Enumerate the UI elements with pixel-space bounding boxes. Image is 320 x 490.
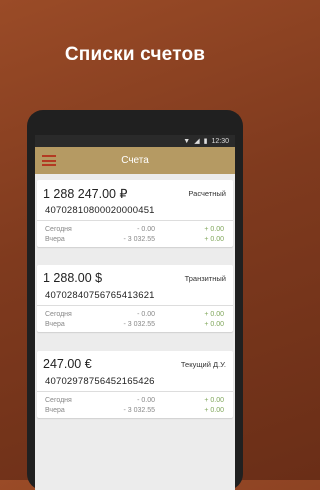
yesterday-outflow: - 3 032.55 [123,321,155,328]
phone-screen: ▼ ◢ ▮ 12:30 Счета 1 288 247.00 ₽ Расчетн… [35,135,235,490]
today-inflow: + 0.00 [204,311,224,318]
account-number: 40702840756765413621 [45,290,155,301]
hamburger-menu-icon[interactable] [42,155,56,166]
yesterday-label: Вчера [45,236,65,243]
account-number: 40702810800020000451 [45,205,155,216]
account-balance: 1 288.00 $ [43,271,103,285]
yesterday-label: Вчера [45,407,65,414]
yesterday-label: Вчера [45,321,65,328]
status-bar: ▼ ◢ ▮ 12:30 [35,135,235,147]
yesterday-outflow: - 3 032.55 [123,236,155,243]
yesterday-inflow: + 0.00 [204,407,224,414]
card-divider [37,391,233,392]
today-label: Сегодня [45,397,72,404]
today-outflow: - 0.00 [137,397,155,404]
battery-icon: ▮ [203,138,208,145]
account-type: Расчетный [188,189,226,198]
signal-icon: ◢ [194,138,200,145]
account-balance: 1 288 247.00 ₽ [43,187,128,201]
account-type: Транзитный [184,274,226,283]
account-type: Текущий Д.У. [180,360,226,369]
today-outflow: - 0.00 [137,226,155,233]
app-bar: Счета [35,147,235,174]
today-inflow: + 0.00 [204,397,224,404]
account-number: 40702978756452165426 [45,376,155,387]
account-card[interactable]: 247.00 € Текущий Д.У. 407029787564521654… [37,351,233,418]
headline: Списки счетов [64,44,206,65]
phone-frame: ▼ ◢ ▮ 12:30 Счета 1 288 247.00 ₽ Расчетн… [27,110,243,490]
account-card[interactable]: 1 288 247.00 ₽ Расчетный 407028108000200… [37,180,233,247]
status-time: 12:30 [211,137,229,145]
card-divider [37,305,233,306]
today-label: Сегодня [45,311,72,318]
yesterday-inflow: + 0.00 [204,321,224,328]
account-card[interactable]: 1 288.00 $ Транзитный 407028407567654136… [37,265,233,332]
yesterday-outflow: - 3 032.55 [123,407,155,414]
yesterday-inflow: + 0.00 [204,236,224,243]
wifi-icon: ▼ [183,137,191,145]
card-divider [37,220,233,221]
today-inflow: + 0.00 [204,226,224,233]
today-outflow: - 0.00 [137,311,155,318]
account-balance: 247.00 € [43,357,92,371]
app-title: Счета [121,155,149,166]
today-label: Сегодня [45,226,72,233]
